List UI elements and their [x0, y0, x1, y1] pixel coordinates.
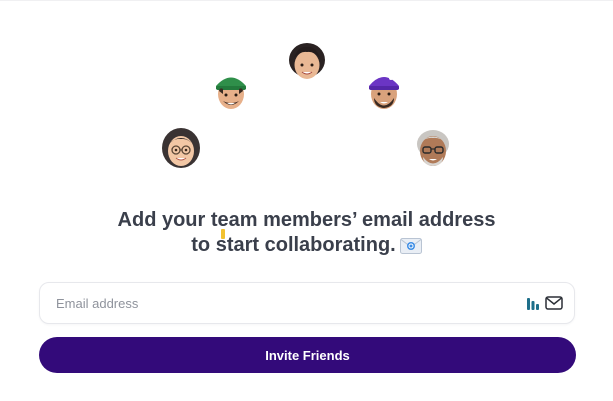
email-field[interactable]	[39, 282, 575, 324]
memoji-avatar-glasses-woman	[158, 124, 204, 170]
memoji-avatar-purple-cap	[361, 67, 407, 113]
envelope-icon	[399, 236, 422, 254]
extension-icon[interactable]	[526, 296, 540, 312]
memoji-avatar-gray-hair-glasses	[410, 124, 456, 170]
email-input[interactable]	[56, 283, 496, 323]
mail-icon	[545, 295, 563, 311]
headline-line-1: Add your team members’ email address	[117, 209, 496, 231]
invite-team-page: Add your team members’ email address to …	[0, 0, 613, 401]
headline: Add your team members’ email address to …	[0, 208, 613, 258]
top-divider	[0, 0, 613, 1]
invite-friends-button[interactable]: Invite Friends	[39, 337, 576, 373]
memoji-avatar-curly-hair	[284, 38, 330, 84]
headline-line-2: to start collaborating.	[0, 233, 613, 258]
memoji-avatar-green-cap	[208, 67, 254, 113]
text-cursor	[221, 229, 225, 239]
